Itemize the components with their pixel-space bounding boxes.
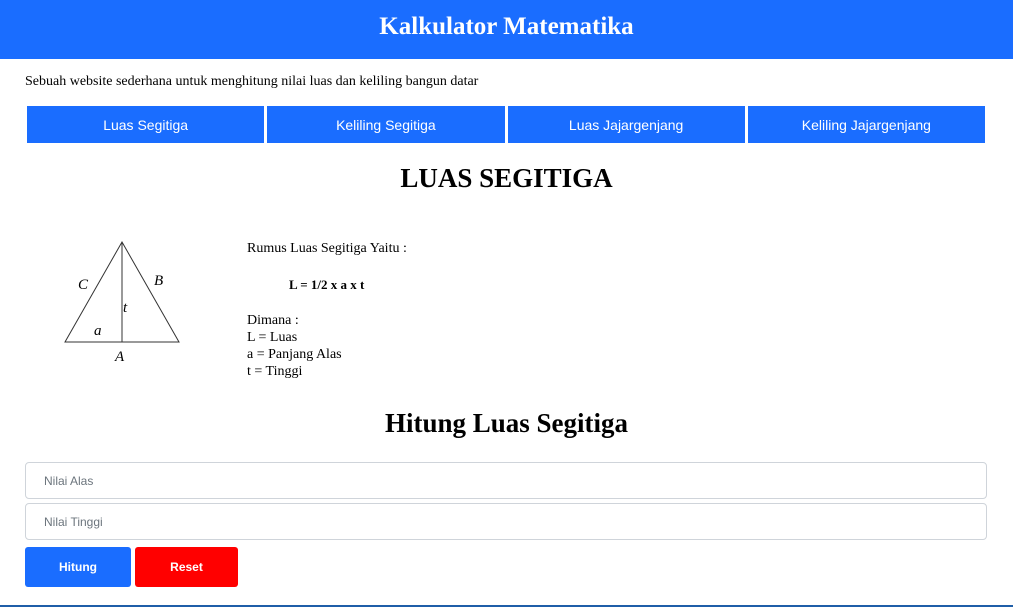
app-header: Kalkulator Matematika: [0, 0, 1013, 59]
hitung-button[interactable]: Hitung: [25, 547, 131, 587]
nav-keliling-segitiga[interactable]: Keliling Segitiga: [267, 106, 505, 143]
calculator-title: Hitung Luas Segitiga: [384, 408, 629, 438]
formula: L = 1/2 x a x t: [289, 277, 365, 292]
definition-l: L = Luas: [247, 330, 298, 345]
definition-t: t = Tinggi: [247, 364, 303, 379]
app-title: Kalkulator Matematika: [379, 12, 634, 40]
nav-luas-jajargenjang[interactable]: Luas Jajargenjang: [507, 106, 745, 143]
formula-intro: Rumus Luas Segitiga Yaitu :: [247, 241, 407, 256]
triangle-diagram: C B t a A: [64, 240, 180, 365]
formula-block: Rumus Luas Segitiga Yaitu : L = 1/2 x a …: [247, 240, 547, 380]
label-base: A: [114, 349, 125, 365]
label-b: B: [154, 273, 163, 289]
where-label: Dimana :: [247, 313, 299, 328]
bottom-divider: [0, 605, 1013, 607]
nav-luas-segitiga[interactable]: Luas Segitiga: [27, 106, 265, 143]
reset-button[interactable]: Reset: [135, 547, 238, 587]
alas-input[interactable]: [25, 462, 987, 499]
nav-keliling-jajargenjang[interactable]: Keliling Jajargenjang: [747, 106, 985, 143]
tinggi-input[interactable]: [25, 503, 987, 540]
label-a: a: [94, 323, 102, 339]
calculator-nav: Luas Segitiga Keliling Segitiga Luas Jaj…: [27, 106, 985, 143]
section-title: LUAS SEGITIGA: [400, 163, 613, 193]
label-c: C: [78, 277, 89, 293]
label-t: t: [123, 300, 128, 316]
site-description: Sebuah website sederhana untuk menghitun…: [25, 74, 479, 89]
definition-a: a = Panjang Alas: [247, 347, 342, 362]
